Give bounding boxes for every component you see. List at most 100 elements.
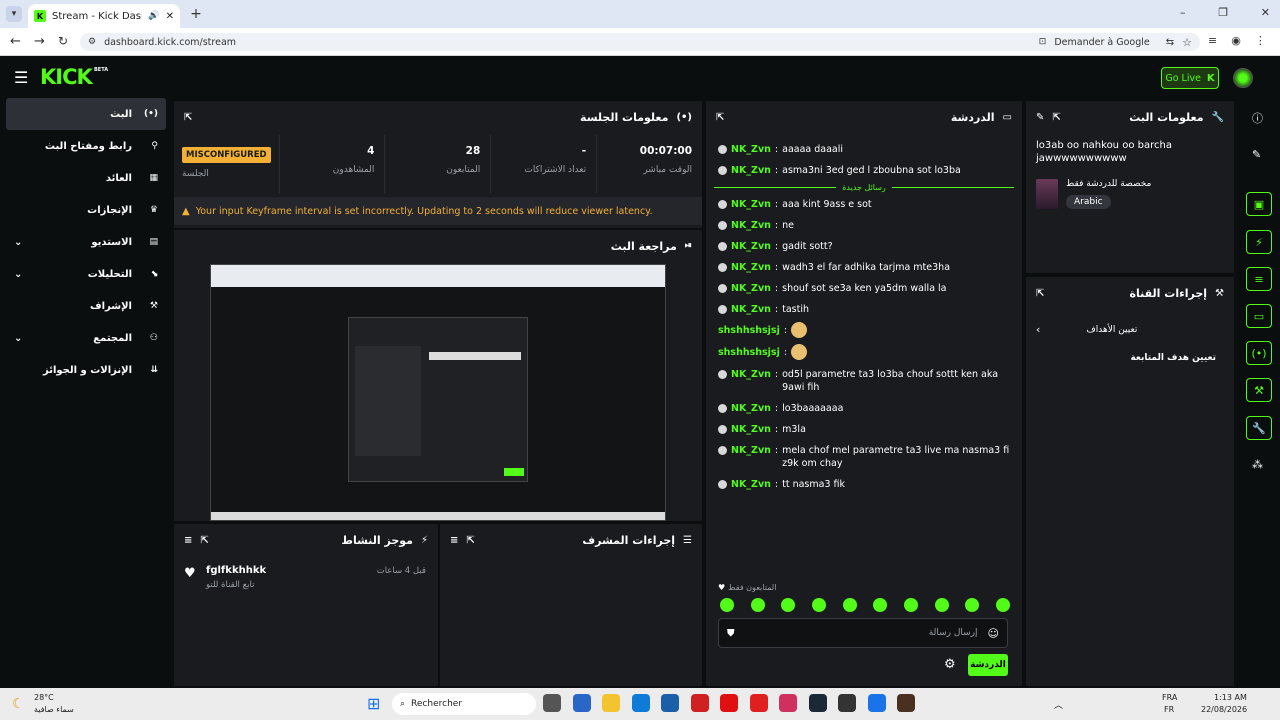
new-tab-icon[interactable]: + xyxy=(188,6,204,22)
sidebar-item-1[interactable]: ⚲ رابط ومفتاح البث xyxy=(0,130,172,162)
taskbar-search[interactable]: ⌕ Rechercher xyxy=(392,693,536,715)
chat-username[interactable]: shshhshsjsj xyxy=(718,324,780,337)
restore-icon[interactable]: ❐ xyxy=(1218,6,1228,22)
sidebar-item-5[interactable]: ⬊ التحليلات ⌄ xyxy=(0,258,172,290)
chat-username[interactable]: shshhshsjsj xyxy=(718,346,780,359)
goals-back-row[interactable]: ‹ تعيين الأهداف xyxy=(1036,323,1224,336)
filter-lines-icon[interactable]: ≡ xyxy=(450,535,458,546)
start-icon[interactable]: ⊞ xyxy=(367,694,380,713)
chevron-down-icon[interactable]: ⌄ xyxy=(14,333,22,344)
sidebar-item-4[interactable]: ▤ الاستديو ⌄ xyxy=(0,226,172,258)
rail-wrench-button[interactable]: 🔧 xyxy=(1246,416,1272,440)
chat-message[interactable]: NK_Zvn: ne xyxy=(706,215,1022,236)
chevron-down-icon[interactable]: ⌄ xyxy=(14,269,22,280)
taskbar-steam-icon[interactable] xyxy=(808,694,827,712)
browser-menu-icon[interactable]: ⋮ xyxy=(1255,34,1266,47)
chat-message[interactable]: NK_Zvn: gadit sott? xyxy=(706,236,1022,257)
hamburger-menu-icon[interactable]: ☰ xyxy=(14,68,28,87)
chat-username[interactable]: NK_Zvn xyxy=(731,368,771,381)
popout-chat-icon[interactable]: ⇱ xyxy=(716,112,724,123)
taskbar-folder-icon[interactable] xyxy=(602,694,620,712)
tab-list-icon[interactable]: ▾ xyxy=(6,6,22,22)
filter-icon[interactable]: ⇱ xyxy=(466,535,474,546)
chat-message[interactable]: shshhshsjsj: xyxy=(706,320,1022,342)
filter-activity-icon[interactable]: ≡ xyxy=(184,535,192,546)
chat-username[interactable]: NK_Zvn xyxy=(731,198,771,211)
chat-message[interactable]: NK_Zvn: wadh3 el far adhika tarjma mte3ha xyxy=(706,257,1022,278)
popout-activity-icon[interactable]: ⇱ xyxy=(200,535,208,546)
translate-icon[interactable]: ⇆ xyxy=(1166,37,1174,48)
chat-username[interactable]: NK_Zvn xyxy=(731,402,771,415)
popout-actions-icon[interactable]: ⇱ xyxy=(1036,288,1044,299)
go-live-button[interactable]: Go Live K xyxy=(1161,67,1219,89)
chat-message[interactable]: NK_Zvn: od5l parametre ta3 lo3ba chouf so… xyxy=(706,364,1022,398)
chat-username[interactable]: NK_Zvn xyxy=(731,261,771,274)
taskbar-store-icon[interactable] xyxy=(661,694,679,712)
avatar[interactable] xyxy=(1233,68,1253,88)
rail-list-button[interactable]: ≡ xyxy=(1246,267,1272,291)
sidebar-item-2[interactable]: ▦ العائد xyxy=(0,162,172,194)
taskbar-app-red-icon[interactable] xyxy=(779,694,797,712)
browser-tab[interactable]: K Stream - Kick Dashboard 🔊 ✕ xyxy=(28,4,180,28)
taskbar-chrome-icon[interactable] xyxy=(867,694,886,712)
chat-message[interactable]: NK_Zvn: m3la xyxy=(706,419,1022,440)
site-info-icon[interactable]: ⚙ xyxy=(88,37,96,47)
rail-tools-button[interactable]: ⚒ xyxy=(1246,378,1272,402)
reload-icon[interactable]: ↻ xyxy=(58,34,68,48)
chat-username[interactable]: NK_Zvn xyxy=(731,444,771,457)
emoji-icon[interactable]: ☺ xyxy=(988,627,999,640)
profile-icon[interactable]: ◉ xyxy=(1231,34,1241,47)
info-icon[interactable]: ⓘ xyxy=(1252,110,1263,126)
chat-shield-icon[interactable]: ⛊ xyxy=(727,628,735,639)
chat-message[interactable]: NK_Zvn: asma3ni 3ed ged l zboubna sot lo3… xyxy=(706,160,1022,181)
edit-icon[interactable]: ✎ xyxy=(1252,148,1261,161)
emote-8-icon[interactable] xyxy=(965,598,980,612)
kick-logo[interactable]: KICK xyxy=(40,65,93,89)
taskbar-youtube-icon[interactable] xyxy=(749,694,768,712)
chat-settings-icon[interactable]: ⚙ xyxy=(944,657,956,672)
chat-username[interactable]: NK_Zvn xyxy=(731,240,771,253)
sidebar-item-6[interactable]: ⚒ الإشراف xyxy=(0,290,172,322)
chat-message[interactable]: shshhshsjsj: xyxy=(706,342,1022,364)
chat-username[interactable]: NK_Zvn xyxy=(731,303,771,316)
emote-5-icon[interactable] xyxy=(873,598,888,612)
chat-message[interactable]: NK_Zvn: tt nasma3 fik xyxy=(706,474,1022,495)
forward-icon[interactable]: → xyxy=(34,34,45,49)
emote-7-icon[interactable] xyxy=(934,598,949,612)
taskbar-opera-icon[interactable] xyxy=(720,694,738,712)
rail-lightning-button[interactable]: ⚡ xyxy=(1246,230,1272,254)
chat-message[interactable]: NK_Zvn: lo3baaaaaaa xyxy=(706,398,1022,419)
chat-message[interactable]: NK_Zvn: shouf sot se3a ken ya5dm walla la xyxy=(706,278,1022,299)
emote-1-icon[interactable] xyxy=(750,598,765,612)
emote-9-icon[interactable] xyxy=(995,598,1010,612)
taskbar-file-explorer-icon[interactable] xyxy=(543,694,561,712)
popout-icon[interactable]: ⇱ xyxy=(184,112,192,123)
sidebar-item-3[interactable]: ♛ الإنجازات xyxy=(0,194,172,226)
chevron-down-icon[interactable]: ⌄ xyxy=(14,237,22,248)
chat-username[interactable]: NK_Zvn xyxy=(731,219,771,232)
chat-username[interactable]: NK_Zvn xyxy=(731,143,771,156)
minimize-icon[interactable]: – xyxy=(1180,6,1186,22)
chat-username[interactable]: NK_Zvn xyxy=(731,164,771,177)
taskbar-game-icon[interactable] xyxy=(897,694,915,712)
stream-preview-video[interactable] xyxy=(210,264,666,521)
reading-list-icon[interactable]: ≡ xyxy=(1208,34,1217,47)
sidebar-item-7[interactable]: ⚇ المجتمع ⌄ xyxy=(0,322,172,354)
taskbar-wps-icon[interactable] xyxy=(690,694,709,712)
send-chat-button[interactable]: الدردشة xyxy=(968,654,1008,676)
rail-broadcast-button[interactable]: (•) xyxy=(1246,341,1272,365)
emote-4-icon[interactable] xyxy=(842,598,857,612)
emote-6-icon[interactable] xyxy=(903,598,918,612)
chat-message[interactable]: NK_Zvn: tastih xyxy=(706,299,1022,320)
emote-3-icon[interactable] xyxy=(811,598,826,612)
rail-video-button[interactable]: ▣ xyxy=(1246,192,1272,216)
chat-username[interactable]: NK_Zvn xyxy=(731,423,771,436)
taskbar-edge-icon[interactable] xyxy=(631,694,650,712)
emote-0-icon[interactable] xyxy=(720,598,734,612)
chat-message[interactable]: NK_Zvn: aaa kint 9ass e sot xyxy=(706,194,1022,215)
popout-info-icon[interactable]: ⇱ xyxy=(1052,112,1060,123)
address-bar[interactable]: ⚙ dashboard.kick.com/stream ⊡ Demander à… xyxy=(80,33,1200,51)
tab-close-icon[interactable]: ✕ xyxy=(166,11,174,22)
chat-username[interactable]: NK_Zvn xyxy=(731,282,771,295)
taskbar-app-dark-icon[interactable] xyxy=(838,694,856,712)
